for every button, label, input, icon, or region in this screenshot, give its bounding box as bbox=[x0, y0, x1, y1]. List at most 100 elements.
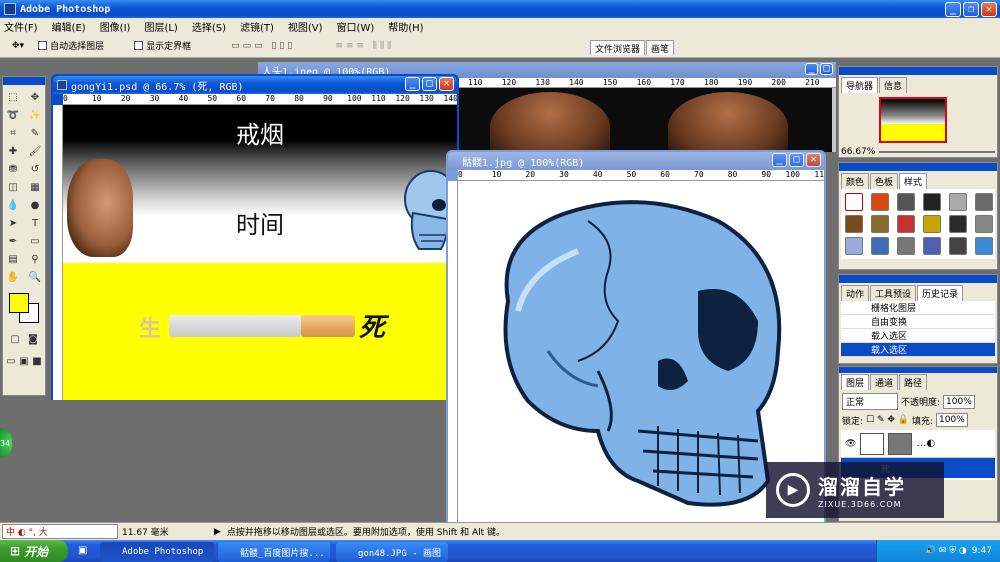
fill-input[interactable]: 100% bbox=[936, 413, 968, 427]
menu-image[interactable]: 图像(I) bbox=[100, 19, 131, 34]
tab-color[interactable]: 颜色 bbox=[841, 173, 870, 189]
path-select-icon[interactable]: ➤ bbox=[5, 215, 21, 231]
brush-tool-icon[interactable]: 🖌 bbox=[27, 143, 43, 159]
file-browser-tab[interactable]: 文件浏览器 bbox=[590, 40, 646, 55]
history-brush-icon[interactable]: ↺ bbox=[27, 161, 43, 177]
gradient-tool-icon[interactable]: ▦ bbox=[27, 179, 43, 195]
slice-tool-icon[interactable]: ✎ bbox=[27, 125, 43, 141]
tab-info[interactable]: 信息 bbox=[879, 77, 908, 93]
hand-tool-icon[interactable]: ✋ bbox=[5, 269, 21, 285]
style-swatch[interactable] bbox=[871, 193, 889, 211]
style-swatch[interactable] bbox=[923, 237, 941, 255]
menu-help[interactable]: 帮助(H) bbox=[388, 19, 423, 34]
marquee-tool-icon[interactable]: ⬚ bbox=[5, 89, 21, 105]
task-browser[interactable]: 骷髅_百度图片搜... bbox=[218, 542, 330, 562]
start-button[interactable]: ⊞ 开始 bbox=[0, 540, 68, 562]
notes-tool-icon[interactable]: ▤ bbox=[5, 251, 21, 267]
menu-view[interactable]: 视图(V) bbox=[288, 19, 323, 34]
tab-history[interactable]: 历史记录 bbox=[917, 285, 964, 301]
blur-tool-icon[interactable]: 💧 bbox=[5, 197, 21, 213]
screen-mode-3-icon[interactable]: ■ bbox=[31, 353, 43, 369]
lasso-tool-icon[interactable]: ➰ bbox=[5, 107, 21, 123]
show-bounds-checkbox[interactable] bbox=[134, 41, 144, 50]
style-swatch[interactable] bbox=[923, 215, 941, 233]
dodge-tool-icon[interactable]: ● bbox=[27, 197, 43, 213]
style-swatch[interactable] bbox=[871, 237, 889, 255]
brushes-tab[interactable]: 画笔 bbox=[646, 40, 675, 55]
ime-bar[interactable]: 中 ◐ °, 大 bbox=[2, 524, 118, 539]
style-swatch[interactable] bbox=[949, 237, 967, 255]
style-swatch[interactable] bbox=[975, 193, 993, 211]
style-swatch[interactable] bbox=[897, 237, 915, 255]
tab-swatches[interactable]: 色板 bbox=[870, 173, 899, 189]
foreground-color[interactable] bbox=[9, 293, 29, 313]
eraser-tool-icon[interactable]: ◫ bbox=[5, 179, 21, 195]
doc-skull-minimize[interactable]: _ bbox=[772, 153, 787, 167]
tab-styles[interactable]: 样式 bbox=[899, 173, 928, 189]
screen-mode-1-icon[interactable]: ▭ bbox=[5, 353, 17, 369]
align-icons[interactable]: ▭▭▭ ▯▯▯ bbox=[231, 41, 295, 51]
history-item[interactable]: 自由变换 bbox=[841, 315, 995, 329]
quicklaunch-icon[interactable]: ▣ bbox=[78, 545, 87, 556]
doc-main-close[interactable]: ✕ bbox=[439, 77, 454, 91]
menu-select[interactable]: 选择(S) bbox=[192, 19, 226, 34]
close-button[interactable]: ✕ bbox=[981, 2, 997, 17]
menu-window[interactable]: 窗口(W) bbox=[337, 19, 375, 34]
history-item[interactable]: 载入选区 bbox=[841, 329, 995, 343]
style-swatch[interactable] bbox=[975, 237, 993, 255]
restore-button[interactable]: ❐ bbox=[963, 2, 979, 17]
tab-tool-presets[interactable]: 工具预设 bbox=[870, 285, 917, 301]
side-badge[interactable]: 34 bbox=[0, 428, 12, 458]
tray-icons[interactable]: 🔊 ✉ ⛨ ◑ bbox=[925, 546, 967, 556]
menu-layer[interactable]: 图层(L) bbox=[144, 19, 177, 34]
style-swatch[interactable] bbox=[871, 215, 889, 233]
tab-actions[interactable]: 动作 bbox=[841, 285, 870, 301]
tab-layers[interactable]: 图层 bbox=[841, 374, 870, 390]
style-swatch[interactable] bbox=[949, 193, 967, 211]
crop-tool-icon[interactable]: ⌗ bbox=[5, 125, 21, 141]
style-none[interactable] bbox=[845, 193, 863, 211]
type-tool-icon[interactable]: T bbox=[27, 215, 43, 231]
history-item[interactable]: 栅格化图层 bbox=[841, 301, 995, 315]
distribute-icons[interactable]: ≡≡≡ ⫼⫼⫼ bbox=[335, 41, 394, 51]
tab-navigator[interactable]: 导航器 bbox=[841, 77, 879, 93]
auto-select-checkbox[interactable] bbox=[38, 41, 48, 50]
style-swatch[interactable] bbox=[845, 237, 863, 255]
style-swatch[interactable] bbox=[923, 193, 941, 211]
history-item-active[interactable]: 载入选区 bbox=[841, 343, 995, 357]
opacity-input[interactable]: 100% bbox=[943, 394, 975, 409]
doc-skull-maximize[interactable]: □ bbox=[789, 153, 804, 167]
heal-tool-icon[interactable]: ✚ bbox=[5, 143, 21, 159]
screen-mode-2-icon[interactable]: ▣ bbox=[18, 353, 30, 369]
doc-main-maximize[interactable]: □ bbox=[422, 77, 437, 91]
style-swatch[interactable] bbox=[975, 215, 993, 233]
shape-tool-icon[interactable]: ▭ bbox=[27, 233, 43, 249]
doc-main-minimize[interactable]: _ bbox=[405, 77, 420, 91]
magic-wand-icon[interactable]: ✨ bbox=[27, 107, 43, 123]
minimize-button[interactable]: _ bbox=[945, 2, 961, 17]
stamp-tool-icon[interactable]: ⛃ bbox=[5, 161, 21, 177]
eyedropper-icon[interactable]: ⚲ bbox=[27, 251, 43, 267]
style-swatch[interactable] bbox=[949, 215, 967, 233]
menu-filter[interactable]: 滤镜(T) bbox=[240, 19, 274, 34]
doc-skull-close[interactable]: ✕ bbox=[806, 153, 821, 167]
quickmask-mode-icon[interactable]: ◙ bbox=[25, 331, 41, 347]
navigator-thumbnail[interactable] bbox=[879, 97, 947, 143]
style-swatch[interactable] bbox=[897, 193, 915, 211]
navigator-zoom[interactable]: 66.67% bbox=[841, 147, 875, 157]
task-paint[interactable]: gon48.JPG - 画图 bbox=[336, 542, 448, 562]
move-tool-icon[interactable]: ✥▾ bbox=[12, 41, 24, 51]
navigator-zoom-slider[interactable] bbox=[879, 151, 995, 153]
tab-channels[interactable]: 通道 bbox=[870, 374, 899, 390]
tab-paths[interactable]: 路径 bbox=[899, 374, 928, 390]
style-swatch[interactable] bbox=[845, 215, 863, 233]
blend-mode-select[interactable]: 正常 bbox=[842, 393, 898, 410]
doc-main-titlebar[interactable]: gongYi1.psd @ 66.7% (死, RGB) _ □ ✕ bbox=[53, 76, 457, 94]
task-photoshop[interactable]: Adobe Photoshop bbox=[100, 542, 214, 562]
style-swatch[interactable] bbox=[897, 215, 915, 233]
lock-icons[interactable]: ☐ ✎ ✥ 🔒 bbox=[866, 415, 909, 425]
pen-tool-icon[interactable]: ✒ bbox=[5, 233, 21, 249]
layer-row[interactable]: 👁 …◐ bbox=[841, 430, 995, 458]
doc-back-maximize[interactable]: □ bbox=[820, 63, 833, 75]
doc-skull-titlebar[interactable]: 骷髅1.jpg @ 100%(RGB) _ □ ✕ bbox=[448, 152, 824, 170]
